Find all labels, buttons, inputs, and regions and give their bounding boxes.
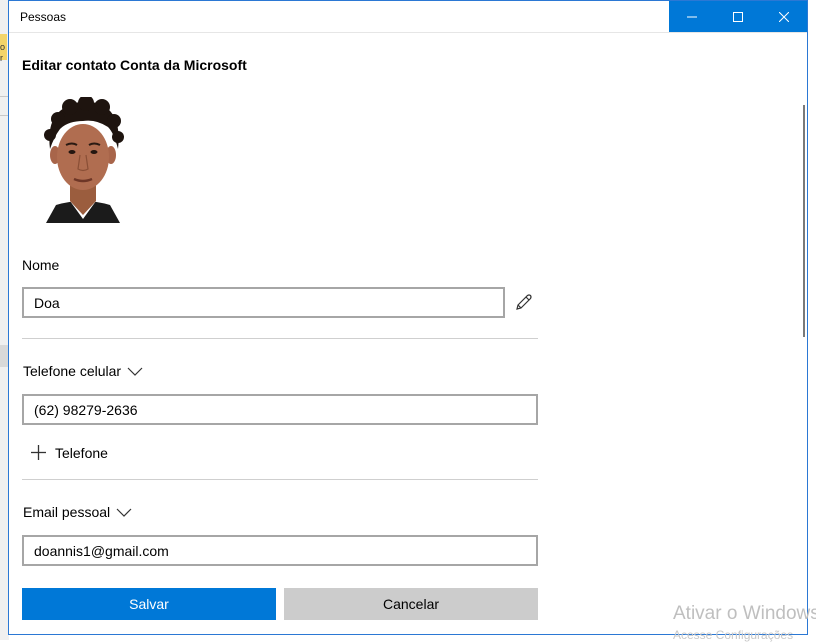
add-phone-button[interactable]: Telefone [30,444,108,461]
contact-avatar[interactable] [36,97,130,223]
email-field[interactable] [22,535,538,566]
background-app-text: o [0,42,6,52]
plus-icon [31,445,46,460]
maximize-button[interactable] [715,1,761,32]
maximize-icon [733,11,743,22]
background-app-text: r [0,53,3,63]
minimize-icon [687,16,697,17]
email-type-label: Email pessoal [23,504,111,520]
name-label: Nome [22,257,60,273]
chevron-down-icon [116,508,132,517]
window-controls [669,1,807,32]
email-type-dropdown[interactable]: Email pessoal [23,504,132,520]
add-phone-label: Telefone [55,444,108,461]
title-bar: Pessoas [9,1,807,33]
section-divider [22,479,538,480]
minimize-button[interactable] [669,1,715,32]
page-title: Editar contato Conta da Microsoft [22,57,247,73]
name-field[interactable] [22,287,505,318]
pencil-icon[interactable] [515,293,533,311]
app-title: Pessoas [20,10,67,24]
phone-type-label: Telefone celular [23,363,122,379]
people-app-window: Pessoas Editar contato Conta da Microsof… [8,0,808,635]
phone-field[interactable] [22,394,538,425]
close-button[interactable] [761,1,807,32]
save-button[interactable]: Salvar [22,588,276,620]
phone-type-dropdown[interactable]: Telefone celular [23,363,143,379]
cancel-button[interactable]: Cancelar [284,588,538,620]
activation-watermark: Ativar o Windows [673,603,816,624]
section-divider [22,338,538,339]
vertical-scrollbar[interactable] [803,105,805,337]
background-app-row [0,345,8,367]
chevron-down-icon [127,367,143,376]
close-icon [779,11,789,22]
